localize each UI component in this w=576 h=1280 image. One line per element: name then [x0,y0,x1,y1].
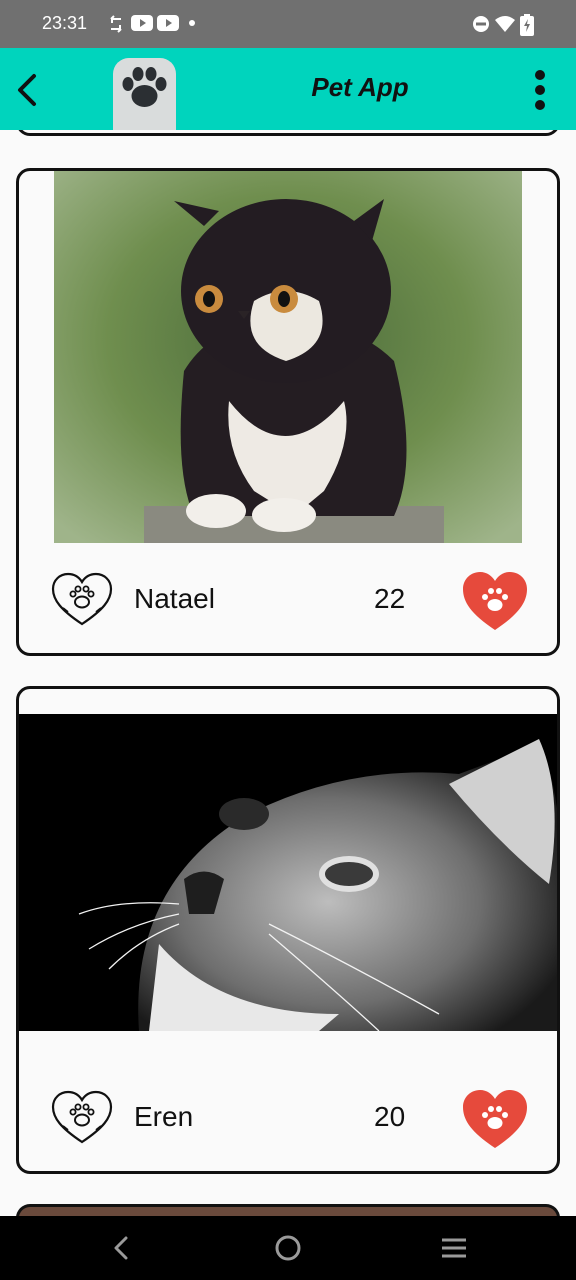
youtube-icon [157,15,179,31]
more-options-button[interactable] [526,68,554,112]
pet-card[interactable]: Natael 22 [16,168,560,656]
recents-nav-icon[interactable] [438,1232,470,1264]
app-bar: Pet App [0,48,576,130]
status-time: 23:31 [42,13,88,33]
back-nav-icon[interactable] [106,1232,138,1264]
dot-icon [189,20,195,26]
app-logo [113,58,176,130]
system-nav-bar [0,1216,576,1280]
youtube-icon [131,15,153,31]
next-pet-card[interactable] [16,1204,560,1216]
pet-age: 22 [374,583,406,614]
do-not-disturb-icon [473,16,489,32]
battery-charging-icon [520,14,534,36]
heart-paw-outline-icon [51,572,113,626]
sync-icon [110,15,122,33]
black-white-kitten-photo[interactable] [54,171,522,543]
pet-info-row: Natael 22 [19,567,557,639]
pet-name: Eren [134,1101,194,1132]
app-title: Pet App [311,72,409,102]
like-button[interactable] [461,570,529,632]
pet-feed[interactable]: Natael 22 Eren 20 [0,130,576,1216]
wifi-icon [495,16,515,32]
pet-age: 20 [374,1101,406,1132]
pet-card[interactable]: Eren 20 [16,686,560,1174]
status-bar: 23:31 [0,0,576,48]
home-nav-icon[interactable] [272,1232,304,1264]
back-button[interactable] [8,70,48,110]
previous-pet-card[interactable] [16,130,560,136]
grey-tabby-cat-photo[interactable] [19,714,557,1031]
pet-name: Natael [134,583,215,614]
like-button[interactable] [461,1088,529,1150]
pet-info-row: Eren 20 [19,1085,557,1157]
heart-paw-outline-icon [51,1090,113,1144]
pet-app-screen: 23:31 Pet App Natael 22 Eren 20 [0,0,576,1280]
paw-icon [122,67,167,107]
